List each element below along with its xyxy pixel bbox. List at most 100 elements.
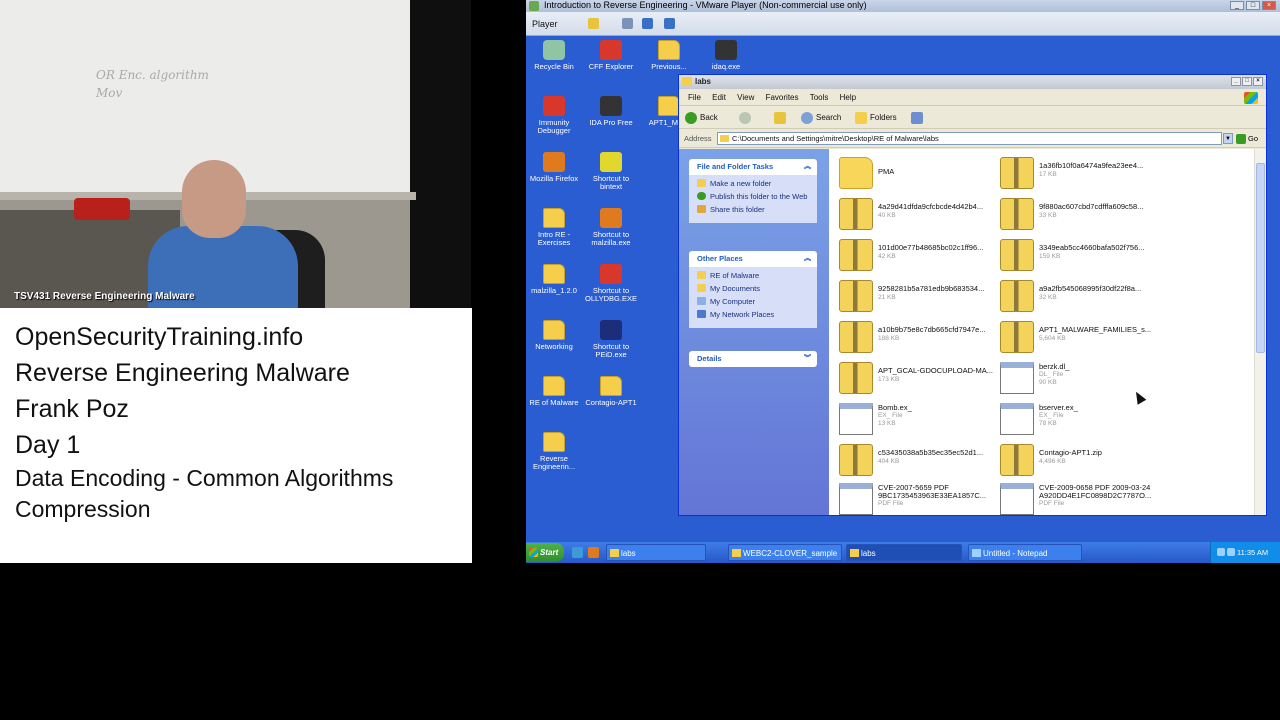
menu-help[interactable]: Help [840, 90, 856, 106]
desktop-icon-intro-re-exercises[interactable]: Intro RE - Exercises [526, 208, 582, 247]
file-item[interactable]: berzk.dl_ DL_ File 90 KB [990, 360, 1150, 396]
go-button[interactable]: Go [1236, 133, 1258, 145]
collapse-icon[interactable]: ︽ [804, 159, 811, 175]
taskbar: Start labs WEBC2-CLOVER_sample labs Unti… [526, 542, 1280, 563]
network-tray-icon[interactable] [1217, 548, 1225, 556]
up-folder-button[interactable] [774, 111, 789, 125]
unity-icon[interactable] [664, 18, 675, 29]
views-button[interactable] [911, 111, 926, 125]
fullscreen-icon[interactable] [642, 18, 653, 29]
panel-header[interactable]: Other Places ︽ [689, 251, 817, 267]
forward-button[interactable] [739, 111, 754, 125]
vmware-toolbar: Player [526, 12, 1280, 36]
maximize-button[interactable]: □ [1242, 77, 1252, 86]
file-item[interactable]: APT1_MALWARE_FAMILIES_s... 5,604 KB [990, 319, 1151, 355]
address-dropdown-icon[interactable]: ▼ [1223, 133, 1233, 144]
file-item[interactable]: APT_GCAL-GDOCUPLOAD-MA... 173 KB [829, 360, 993, 396]
show-desktop-icon[interactable] [572, 547, 583, 558]
file-item[interactable]: Contagio-APT1.zip 4,496 KB [990, 442, 1150, 478]
details-panel: Details ︾ [689, 351, 817, 367]
place-my-network[interactable]: My Network Places [697, 310, 817, 319]
file-item[interactable]: 4a29d41dfda9cfcbcde4d42b4... 40 KB [829, 196, 989, 232]
folders-button[interactable]: Folders [855, 111, 897, 125]
place-my-computer[interactable]: My Computer [697, 297, 817, 306]
desktop-icon-ida-pro-free[interactable]: IDA Pro Free [583, 96, 639, 127]
maximize-button[interactable]: □ [1246, 1, 1260, 10]
desktop-icon-immunity-debugger[interactable]: Immunity Debugger [526, 96, 582, 135]
start-button[interactable]: Start [526, 543, 564, 562]
file-item[interactable]: 1a36fb10f0a6474a9fea23ee4... 17 KB [990, 155, 1150, 191]
volume-tray-icon[interactable] [1227, 548, 1235, 556]
task-share-folder[interactable]: Share this folder [697, 205, 817, 214]
collapse-icon[interactable]: ︽ [804, 251, 811, 267]
desktop-icon-idaq[interactable]: idaq.exe [698, 40, 754, 71]
pause-icon[interactable] [588, 18, 599, 29]
file-item[interactable]: PMA [829, 155, 989, 191]
address-input[interactable]: C:\Documents and Settings\mitre\Desktop\… [717, 132, 1222, 145]
firefox-icon [543, 152, 565, 172]
menu-file[interactable]: File [688, 90, 701, 106]
task-make-new-folder[interactable]: Make a new folder [697, 179, 817, 188]
panel-header[interactable]: Details ︾ [689, 351, 817, 367]
desktop-icon-malzilla-shortcut[interactable]: Shortcut to malzilla.exe [583, 208, 639, 247]
file-list: PMA 1a36fb10f0a6474a9fea23ee4... 17 KB 4a… [829, 149, 1254, 515]
desktop-icon-previous[interactable]: Previous... [641, 40, 697, 71]
menu-tools[interactable]: Tools [810, 90, 829, 106]
zip-file-icon [1000, 239, 1034, 271]
place-re-of-malware[interactable]: RE of Malware [697, 271, 817, 280]
desktop-icon-networking[interactable]: Networking [526, 320, 582, 351]
file-item[interactable]: c53435038a5b35ec35ec52d1... 404 KB [829, 442, 989, 478]
network-places-icon [697, 310, 706, 318]
expand-icon[interactable]: ︾ [804, 351, 811, 367]
taskbar-task-labs-active[interactable]: labs [846, 544, 962, 561]
file-item[interactable]: 9258281b5a781edb9b683534... 21 KB [829, 278, 989, 314]
desktop-icon-ollydbg[interactable]: Shortcut to OLLYDBG.EXE [583, 264, 639, 303]
task-pane: File and Folder Tasks ︽ Make a new folder… [679, 149, 829, 515]
desktop-icon-cff-explorer[interactable]: CFF Explorer [583, 40, 639, 71]
forward-arrow-icon [739, 112, 751, 124]
file-item[interactable]: a10b9b75e8c7db665cfd7947e... 188 KB [829, 319, 989, 355]
file-item[interactable]: CVE-2009-0658 PDF 2009-03-24 A920DD4E1FC0… [990, 481, 1151, 515]
desktop-icon-recycle-bin[interactable]: Recycle Bin [526, 40, 582, 71]
folder-icon [658, 40, 680, 60]
taskbar-task-webc2[interactable]: WEBC2-CLOVER_sample [728, 544, 842, 561]
menu-view[interactable]: View [737, 90, 754, 106]
scrollbar-thumb[interactable] [1256, 163, 1265, 353]
desktop-icon-re-of-malware[interactable]: RE of Malware [526, 376, 582, 407]
new-folder-icon [697, 179, 706, 187]
desktop-icon-bintext[interactable]: Shortcut to bintext [583, 152, 639, 191]
desktop-icon-reverse-engineering[interactable]: Reverse Engineerin... [526, 432, 582, 471]
firefox-quicklaunch-icon[interactable] [588, 547, 599, 558]
taskbar-task-notepad[interactable]: Untitled - Notepad [968, 544, 1082, 561]
taskbar-task-labs[interactable]: labs [606, 544, 706, 561]
back-button[interactable]: Back [685, 111, 718, 125]
file-item[interactable]: a9a2fb545068995f30df22f8a... 32 KB [990, 278, 1150, 314]
file-item[interactable]: bserver.ex_ EX_ File 78 KB [990, 401, 1150, 437]
folder-icon [850, 549, 859, 557]
file-item[interactable]: 9f880ac607cbd7cdfffa609c58... 33 KB [990, 196, 1150, 232]
minimize-button[interactable]: _ [1231, 77, 1241, 86]
file-item[interactable]: 3349eab5cc4660bafa502f756... 159 KB [990, 237, 1150, 273]
task-publish-web[interactable]: Publish this folder to the Web [697, 192, 817, 201]
network-icon[interactable] [622, 18, 633, 29]
desktop-icon-malzilla-folder[interactable]: malzilla_1.2.0 [526, 264, 582, 295]
close-button[interactable]: × [1253, 77, 1263, 86]
vertical-scrollbar[interactable] [1254, 149, 1266, 515]
file-item[interactable]: Bomb.ex_ EX_ File 13 KB [829, 401, 989, 437]
explorer-title: labs [695, 77, 712, 86]
desktop-icon-firefox[interactable]: Mozilla Firefox [526, 152, 582, 183]
minimize-button[interactable]: _ [1230, 1, 1244, 10]
file-item[interactable]: CVE-2007-5659 PDF 9BC1735453963E33EA1857C… [829, 481, 989, 515]
desktop-icon-peid[interactable]: Shortcut to PEiD.exe [583, 320, 639, 359]
place-my-documents[interactable]: My Documents [697, 284, 817, 293]
screen: OR Enc. algorithm Mov TSV431 Reverse Eng… [0, 0, 1280, 720]
immunity-debugger-icon [543, 96, 565, 116]
search-button[interactable]: Search [801, 111, 841, 125]
close-button[interactable]: × [1262, 1, 1276, 10]
file-item[interactable]: 101d00e77b48685bc02c1ff96... 42 KB [829, 237, 989, 273]
menu-favorites[interactable]: Favorites [766, 90, 799, 106]
player-menu[interactable]: Player [532, 19, 558, 29]
menu-edit[interactable]: Edit [712, 90, 726, 106]
panel-header[interactable]: File and Folder Tasks ︽ [689, 159, 817, 175]
desktop-icon-contagio-apt1[interactable]: Contagio-APT1 [583, 376, 639, 407]
